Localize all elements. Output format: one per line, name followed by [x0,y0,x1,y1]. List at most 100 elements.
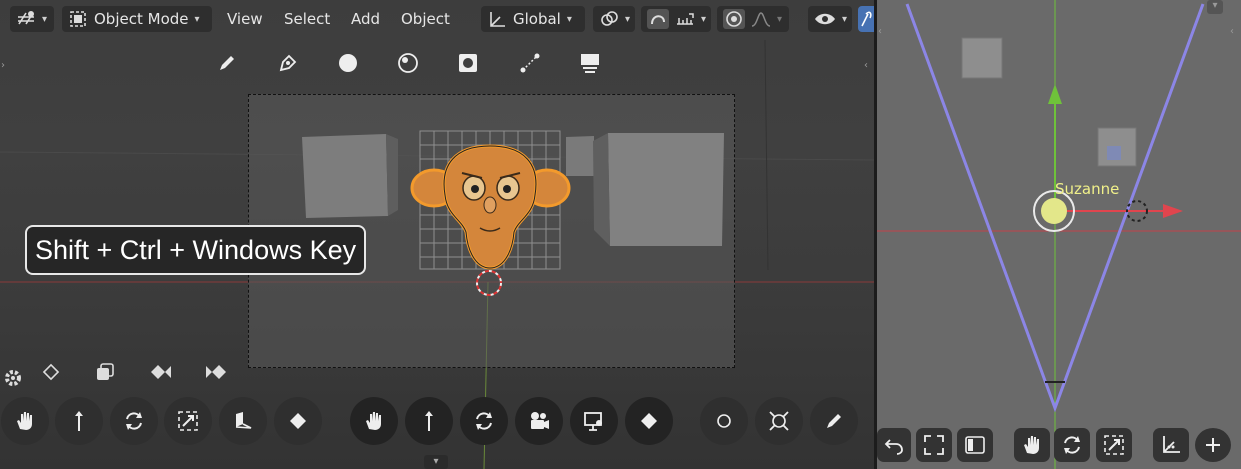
hand-icon [362,409,386,433]
annotate-button[interactable] [810,397,858,445]
stack-tool[interactable] [573,46,607,80]
visibility-dropdown[interactable]: ▾ [808,6,852,32]
falloff-icon[interactable] [751,10,771,28]
main-viewport[interactable]: ▾ Object Mode ▾ View Select Add Object G… [0,0,874,469]
chevron-down-icon: ▾ [1212,0,1218,11]
view-button[interactable] [570,397,618,445]
undo-icon [883,434,905,456]
keyframe-icon [288,411,308,431]
menu-select[interactable]: Select [284,6,330,32]
pencil-tool[interactable] [210,46,244,80]
circle-icon [713,410,735,432]
undo-button[interactable] [877,428,911,462]
viewport-header: ▾ Object Mode ▾ View Select Add Object G… [0,0,874,38]
collapse-header-button[interactable]: ▾ [1207,0,1223,14]
rotate-icon [472,409,496,433]
frame-icon [923,434,945,456]
pivot-icon [599,10,619,28]
chevron-down-icon: ▾ [42,13,48,25]
blender-window: ▾ Object Mode ▾ View Select Add Object G… [0,0,1241,469]
chevron-down-icon: ▾ [194,13,200,25]
editor-type-icon [16,10,36,28]
sphere-icon [397,52,419,74]
sidebar-toggle-button[interactable] [957,428,993,462]
pan-button-alt[interactable] [350,397,398,445]
sphere-tool[interactable] [391,46,425,80]
menu-object[interactable]: Object [401,6,450,32]
scale-icon [1102,433,1126,457]
add-button[interactable] [1195,428,1231,462]
pen-tool[interactable] [271,46,305,80]
prev-keyframe-button[interactable] [148,360,174,384]
pencil-icon [823,410,845,432]
camera-viewport[interactable]: Suzanne ‹ ‹ ▾ [877,0,1241,469]
keyframe-icon [639,411,659,431]
mask-tool[interactable] [451,46,485,80]
gizmo-toggle[interactable] [858,6,874,32]
scale-view-button[interactable] [1096,428,1132,462]
keyframe-layers-icon [95,362,117,382]
axes-button[interactable] [1153,428,1189,462]
next-keyframe-button[interactable] [203,360,229,384]
mask-icon [457,52,479,74]
keyframe-button[interactable] [274,397,322,445]
snap-toggle-icon[interactable] [647,9,669,29]
expand-right-icon[interactable]: ‹ [864,60,868,71]
rotate-icon [122,409,146,433]
insert-keyframe-button[interactable] [38,360,64,384]
orientation-dropdown[interactable]: Global ▾ [481,6,585,32]
move-button[interactable] [55,397,103,445]
keyframe-layers-button[interactable] [93,360,119,384]
curve-icon [519,52,541,74]
chevron-down-icon: ▾ [842,13,848,25]
keyframe-prev-icon [149,363,173,381]
rotate-button-alt[interactable] [460,397,508,445]
proportional-edit-group: ▾ [717,6,789,32]
expand-left-icon[interactable]: › [1,60,5,71]
select-button[interactable] [755,397,803,445]
pivot-point-dropdown[interactable]: ▾ [593,6,635,32]
curve-tool[interactable] [513,46,547,80]
rotate-view-button[interactable] [1054,428,1090,462]
orientation-icon [487,10,507,28]
circle-select-button[interactable] [700,397,748,445]
mode-dropdown[interactable]: Object Mode ▾ [62,6,212,32]
snap-increment-icon[interactable] [675,10,695,28]
proportional-edit-icon[interactable] [723,9,745,29]
menu-add[interactable]: Add [351,6,380,32]
chevron-down-icon: ▾ [566,13,572,25]
add-icon [1203,435,1223,455]
pan-view-button[interactable] [1014,428,1050,462]
chevron-down-icon: ▾ [625,13,631,25]
keyframe-icon [42,363,60,381]
pan-button[interactable] [1,397,49,445]
move-button-alt[interactable] [405,397,453,445]
view-icon [582,409,606,433]
circle-fill-icon [337,52,359,74]
gizmo-icon [858,6,874,32]
fill-tool[interactable] [331,46,365,80]
scale-button[interactable] [164,397,212,445]
pen-icon [277,52,299,74]
expand-right-icon[interactable]: ‹ [1230,26,1234,37]
frame-selected-button[interactable] [916,428,952,462]
rotate-button[interactable] [110,397,158,445]
transform-button[interactable] [219,397,267,445]
expand-left-icon[interactable]: ‹ [878,26,882,37]
draw-toolbar [200,46,620,80]
keyframe-toolbar [0,356,260,386]
keyframe-button-alt[interactable] [625,397,673,445]
menu-view[interactable]: View [227,6,263,32]
move-icon [67,409,91,433]
transform-icon [231,409,255,433]
scale-icon [176,409,200,433]
eye-icon [814,10,836,28]
camera-button[interactable] [515,397,563,445]
settings-button[interactable] [0,366,26,390]
hand-icon [1020,433,1044,457]
chevron-down-icon: ▾ [433,456,439,467]
sidebar-icon [964,434,986,456]
editor-type-button[interactable]: ▾ [10,6,54,32]
expand-bottom-button[interactable]: ▾ [424,455,448,469]
stack-icon [579,52,601,74]
